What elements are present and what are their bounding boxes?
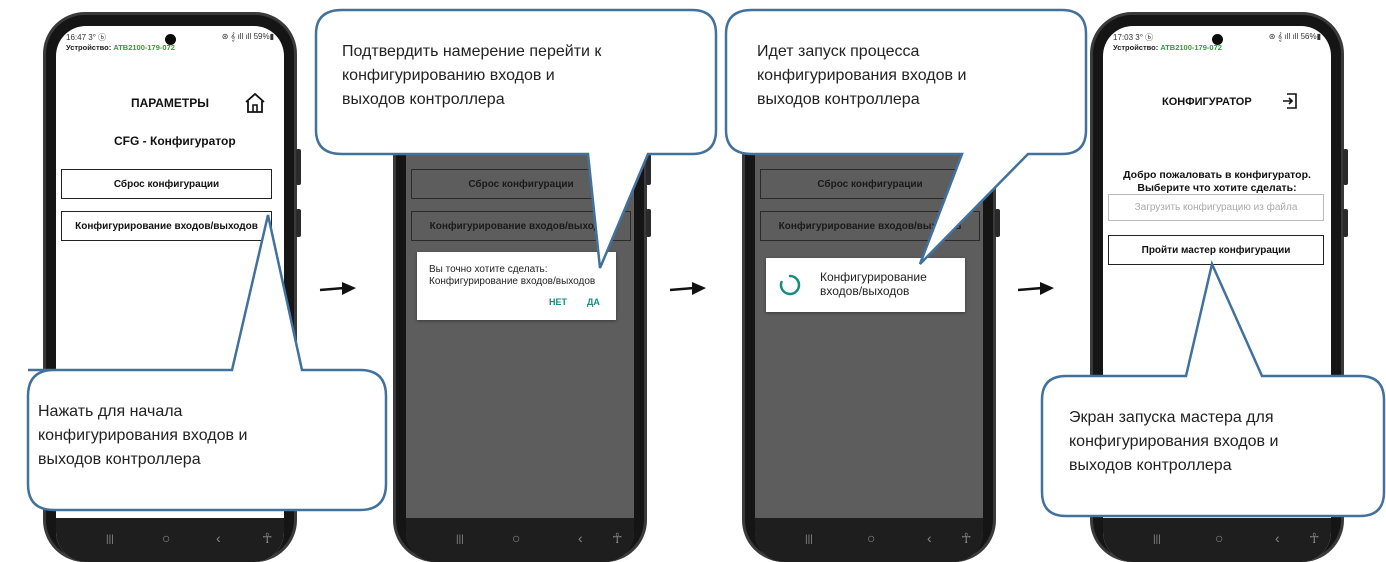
system-navbar: ||| ○ ‹ ☥: [406, 518, 634, 562]
accessibility-icon[interactable]: ☥: [961, 530, 971, 547]
configure-io-button: Конфигурирование входов/выходов: [760, 211, 980, 241]
recents-icon[interactable]: |||: [1153, 534, 1161, 545]
callout-3-text: Идет запуск процесса конфигурирования вхо…: [757, 43, 967, 108]
system-navbar: ||| ○ ‹ ☥: [1103, 518, 1331, 562]
camera-icon: [165, 34, 176, 45]
reset-config-button: Сброс конфигурации: [411, 169, 631, 199]
device-label: Устройство: ATB2100-179-072: [66, 43, 175, 52]
flow-arrow-2: [669, 282, 706, 295]
status-signal: ⊛ 𝄞 ıll ıll 56%▮: [1268, 32, 1321, 41]
device-id: ATB2100-179-072: [1160, 43, 1222, 52]
status-time: 16:47 3° ⓑ: [66, 33, 107, 42]
recents-icon[interactable]: |||: [456, 534, 464, 545]
progress-message: Конфигурирование входов/выходов: [820, 270, 927, 298]
screen-parameters: 16:47 3° ⓑ ⊛ 𝄞 ıll ıll 59%▮ Устройство: …: [56, 26, 284, 562]
status-signal: ⊛ 𝄞 ıll ıll 59%▮: [221, 32, 274, 41]
phone-4: 17:03 3° ⓑ ⊛ 𝄞 ıll ıll 56%▮ Устройство: …: [1090, 12, 1348, 562]
back-icon[interactable]: ‹: [578, 530, 583, 546]
screen-configurator: 17:03 3° ⓑ ⊛ 𝄞 ıll ıll 56%▮ Устройство: …: [1103, 26, 1331, 562]
recents-icon[interactable]: |||: [106, 534, 114, 545]
page-subtitle: CFG - Конфигуратор: [114, 134, 236, 148]
device-label: Устройство: ATB2100-179-072: [1113, 43, 1222, 52]
reset-config-button[interactable]: Сброс конфигурации: [61, 169, 272, 199]
home-nav-icon[interactable]: ○: [162, 530, 170, 546]
accessibility-icon[interactable]: ☥: [612, 530, 622, 547]
camera-icon: [1212, 34, 1223, 45]
progress-dialog: Конфигурирование входов/выходов: [766, 258, 965, 312]
home-nav-icon[interactable]: ○: [512, 530, 520, 546]
phone-1: 16:47 3° ⓑ ⊛ 𝄞 ıll ıll 59%▮ Устройство: …: [43, 12, 301, 562]
page-title: КОНФИГУРАТОР: [1162, 96, 1252, 108]
accessibility-icon[interactable]: ☥: [1309, 530, 1319, 547]
load-config-file-button[interactable]: Загрузить конфигурацию из файла: [1108, 194, 1324, 221]
home-nav-icon[interactable]: ○: [1215, 530, 1223, 546]
back-icon[interactable]: ‹: [1275, 530, 1280, 546]
spinner-icon: [779, 274, 801, 296]
configure-io-button: Конфигурирование входов/выходов: [411, 211, 631, 241]
home-icon[interactable]: [244, 92, 266, 114]
page-title: ПАРАМЕТРЫ: [131, 96, 209, 110]
exit-icon[interactable]: [1281, 92, 1299, 110]
dialog-message: Вы точно хотите сделать: Конфигурировани…: [429, 264, 596, 287]
back-icon[interactable]: ‹: [216, 530, 221, 546]
flow-arrow-3: [1017, 282, 1054, 295]
accessibility-icon[interactable]: ☥: [262, 530, 272, 547]
callout-4-text: Экран запуска мастера для конфигурировани…: [1069, 409, 1279, 474]
dialog-yes-button[interactable]: ДА: [587, 297, 600, 307]
device-id: ATB2100-179-072: [113, 43, 175, 52]
flow-arrow-1: [319, 282, 356, 295]
welcome-text: Добро пожаловать в конфигуратор. Выберит…: [1123, 169, 1311, 194]
system-navbar: ||| ○ ‹ ☥: [56, 518, 284, 562]
callout-1-shape: [370, 370, 386, 386]
dialog-no-button[interactable]: НЕТ: [549, 297, 567, 307]
configure-io-button[interactable]: Конфигурирование входов/выходов: [61, 211, 272, 241]
back-icon[interactable]: ‹: [927, 530, 932, 546]
callout-2-text: Подтвердить намерение перейти к конфигури…: [342, 43, 602, 108]
callout-1-text: Нажать для начала конфигурирования входов…: [38, 403, 248, 468]
status-time: 17:03 3° ⓑ: [1113, 33, 1154, 42]
confirm-dialog: Вы точно хотите сделать: Конфигурировани…: [417, 252, 616, 320]
home-nav-icon[interactable]: ○: [867, 530, 875, 546]
reset-config-button: Сброс конфигурации: [760, 169, 980, 199]
recents-icon[interactable]: |||: [805, 534, 813, 545]
start-wizard-button[interactable]: Пройти мастер конфигурации: [1108, 235, 1324, 265]
system-navbar: ||| ○ ‹ ☥: [755, 518, 983, 562]
